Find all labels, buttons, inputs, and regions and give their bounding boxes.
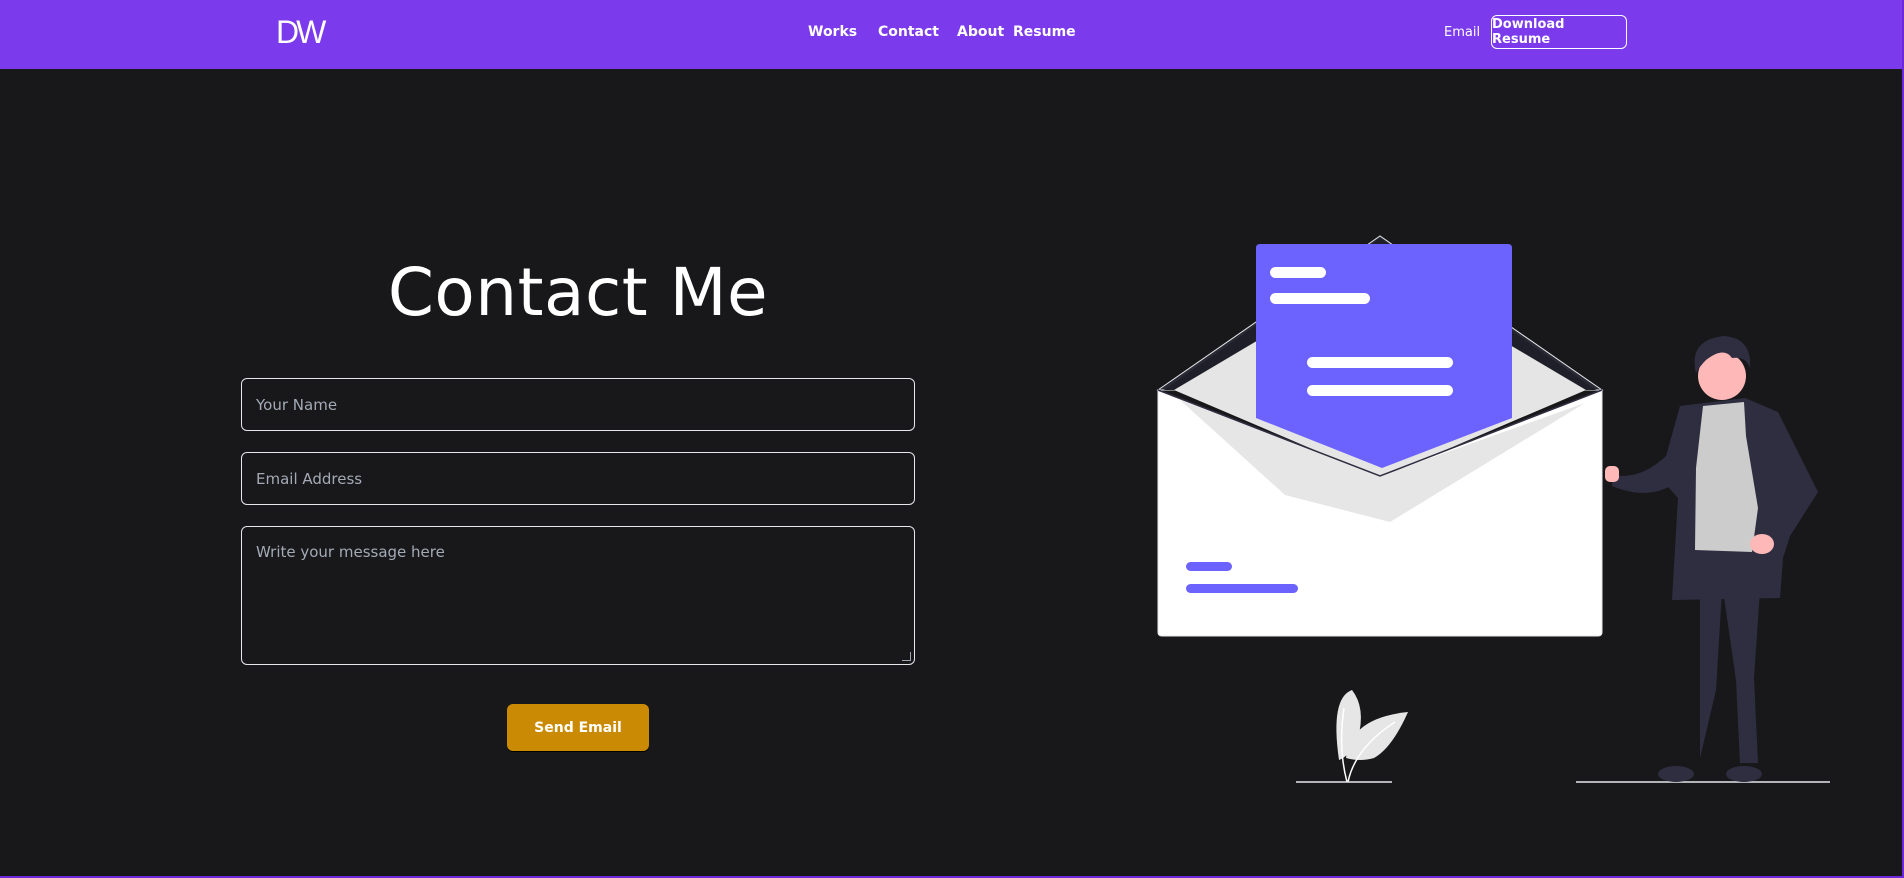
name-input[interactable]: Your Name (241, 378, 915, 431)
email-placeholder: Email Address (256, 469, 363, 488)
page-title: Contact Me (387, 254, 769, 331)
name-placeholder: Your Name (256, 395, 338, 414)
letter-line-2 (1270, 293, 1370, 304)
person-shoe-left (1658, 766, 1694, 782)
person-leg-right (1723, 590, 1760, 763)
top-navbar: DW Works Contact About Resume Email Down… (0, 0, 1904, 69)
person-hand-left (1605, 466, 1619, 482)
nav-contact[interactable]: Contact (878, 24, 939, 40)
person-leg-left (1700, 590, 1722, 758)
site-logo[interactable]: DW (276, 14, 326, 51)
send-email-button[interactable]: Send Email (507, 704, 649, 751)
letter-line-3 (1307, 357, 1453, 368)
person-shoe-right (1726, 766, 1762, 782)
message-placeholder: Write your message here (256, 543, 445, 561)
nav-about[interactable]: About (957, 24, 1004, 40)
nav-works[interactable]: Works (808, 24, 857, 40)
email-input[interactable]: Email Address (241, 452, 915, 505)
download-resume-button[interactable]: Download Resume (1491, 15, 1627, 49)
resize-handle[interactable] (902, 652, 911, 661)
letter-line-1 (1270, 267, 1326, 278)
letter-line-4 (1307, 385, 1453, 396)
envelope-line-2 (1186, 584, 1298, 593)
envelope-illustration (1156, 235, 1830, 783)
message-textarea[interactable]: Write your message here (241, 526, 915, 665)
envelope-line-1 (1186, 562, 1232, 571)
nav-resume[interactable]: Resume (1013, 24, 1076, 40)
nav-email[interactable]: Email (1444, 25, 1480, 40)
person-hand-right (1750, 534, 1774, 554)
